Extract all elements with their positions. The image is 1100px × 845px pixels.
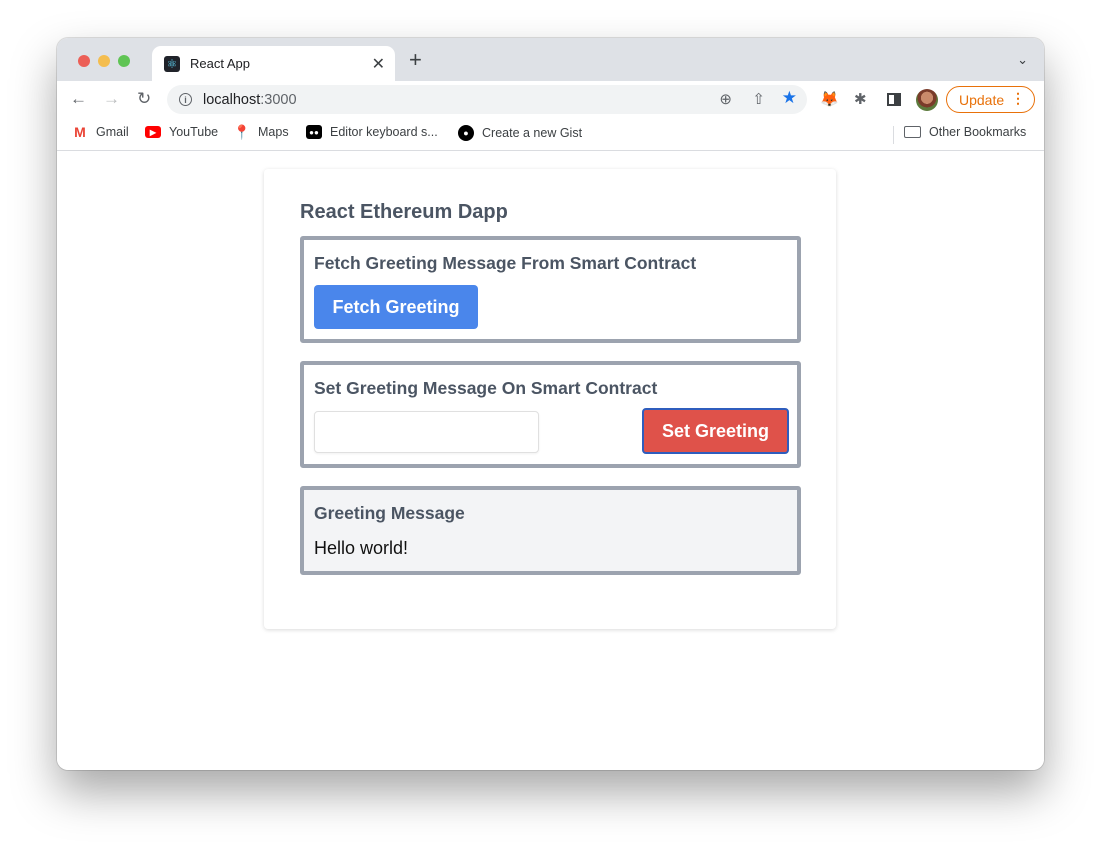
- more-menu-icon[interactable]: ⋮: [1011, 90, 1025, 107]
- page-title: React Ethereum Dapp: [300, 201, 508, 223]
- other-bookmarks-label: Other Bookmarks: [929, 125, 1027, 139]
- bookmark-maps[interactable]: 📍 Maps: [233, 123, 289, 140]
- react-icon: ⚛: [164, 55, 180, 72]
- set-greeting-button[interactable]: Set Greeting: [642, 408, 789, 454]
- fetch-greeting-panel: Fetch Greeting Message From Smart Contra…: [300, 236, 801, 343]
- metamask-fox-icon[interactable]: 🦊: [820, 91, 839, 109]
- browser-window: ⚛ React App ✕ + ⌄ ← → ↻ i localhost:3000…: [57, 38, 1044, 770]
- bookmark-label: Editor keyboard s...: [330, 125, 438, 139]
- bookmark-editor[interactable]: ●● Editor keyboard s...: [306, 125, 438, 139]
- bookmarks-divider: [893, 126, 894, 144]
- new-tab-button[interactable]: +: [409, 49, 422, 71]
- update-button[interactable]: Update ⋮: [946, 86, 1035, 113]
- reload-icon[interactable]: ↻: [137, 89, 151, 109]
- tab-title: React App: [190, 56, 250, 71]
- other-bookmarks[interactable]: Other Bookmarks: [904, 125, 1026, 139]
- fetch-panel-heading: Fetch Greeting Message From Smart Contra…: [314, 253, 697, 273]
- address-bar[interactable]: i localhost:3000 ⊕ ⇧ ★: [167, 85, 807, 114]
- back-arrow-icon[interactable]: ←: [70, 89, 87, 109]
- url-text[interactable]: localhost:3000: [203, 92, 297, 108]
- github-icon: ●: [458, 125, 474, 141]
- browser-tab[interactable]: ⚛ React App ✕: [152, 46, 395, 81]
- youtube-icon: ▶: [145, 126, 161, 138]
- set-greeting-panel: Set Greeting Message On Smart Contract S…: [300, 361, 801, 468]
- profile-avatar[interactable]: [916, 89, 938, 111]
- zoom-icon[interactable]: ⊕: [719, 90, 732, 108]
- gmail-icon: M: [74, 124, 86, 140]
- set-panel-heading: Set Greeting Message On Smart Contract: [314, 378, 658, 398]
- forward-arrow-icon[interactable]: →: [103, 89, 120, 109]
- tab-strip: ⚛ React App ✕ + ⌄: [57, 38, 1044, 81]
- tab-search-chevron-icon[interactable]: ⌄: [1017, 52, 1028, 68]
- bookmark-label: Maps: [258, 125, 289, 139]
- browser-toolbar: ← → ↻ i localhost:3000 ⊕ ⇧ ★ 🦊 ✱ Update …: [57, 81, 1044, 118]
- fetch-greeting-button[interactable]: Fetch Greeting: [314, 285, 478, 329]
- message-panel-heading: Greeting Message: [314, 503, 465, 523]
- greeting-message-panel: Greeting Message Hello world!: [300, 486, 801, 575]
- info-icon[interactable]: i: [179, 93, 192, 106]
- maps-icon: 📍: [233, 123, 251, 140]
- folder-icon: [904, 126, 921, 138]
- update-label: Update: [959, 91, 1005, 108]
- url-port: :3000: [260, 91, 297, 108]
- page-content: React Ethereum Dapp Fetch Greeting Messa…: [57, 152, 1044, 770]
- bookmark-label: Gmail: [96, 125, 129, 139]
- greeting-input[interactable]: [314, 411, 539, 453]
- maximize-window-button[interactable]: [118, 55, 130, 67]
- share-icon[interactable]: ⇧: [752, 90, 765, 108]
- bookmark-star-icon[interactable]: ★: [782, 88, 797, 108]
- medium-icon: ●●: [306, 125, 322, 139]
- url-host: localhost: [203, 91, 261, 108]
- minimize-window-button[interactable]: [98, 55, 110, 67]
- greeting-message-text: Hello world!: [314, 538, 409, 558]
- dapp-card: React Ethereum Dapp Fetch Greeting Messa…: [264, 169, 836, 629]
- bookmark-youtube[interactable]: ▶ YouTube: [145, 125, 218, 139]
- bookmark-label: YouTube: [169, 125, 219, 139]
- close-tab-icon[interactable]: ✕: [372, 54, 385, 74]
- side-panel-icon[interactable]: [887, 93, 901, 106]
- bookmarks-bar: M Gmail ▶ YouTube 📍 Maps ●● Editor keybo…: [57, 118, 1044, 151]
- extensions-puzzle-icon[interactable]: ✱: [854, 91, 867, 109]
- bookmark-gmail[interactable]: M Gmail: [72, 124, 129, 140]
- bookmark-gist[interactable]: ● Create a new Gist: [458, 125, 582, 141]
- close-window-button[interactable]: [78, 55, 90, 67]
- bookmark-label: Create a new Gist: [482, 126, 583, 140]
